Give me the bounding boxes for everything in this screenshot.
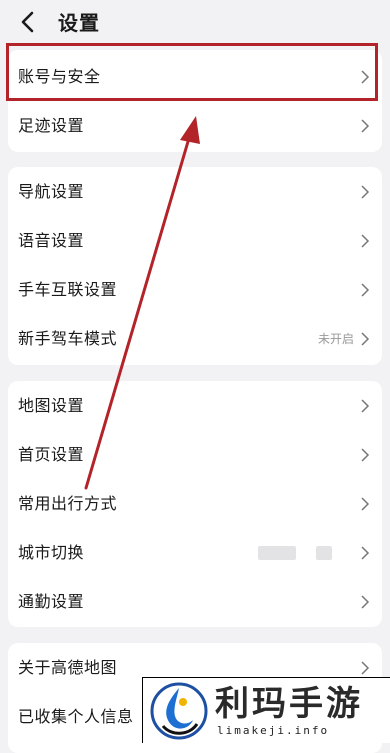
watermark: 利玛手游 limakeji.info (142, 677, 390, 743)
annotation-arrow (84, 116, 200, 490)
watermark-logo-icon (150, 682, 208, 740)
watermark-text: 利玛手游 (215, 684, 363, 724)
watermark-url: limakeji.info (217, 724, 330, 737)
